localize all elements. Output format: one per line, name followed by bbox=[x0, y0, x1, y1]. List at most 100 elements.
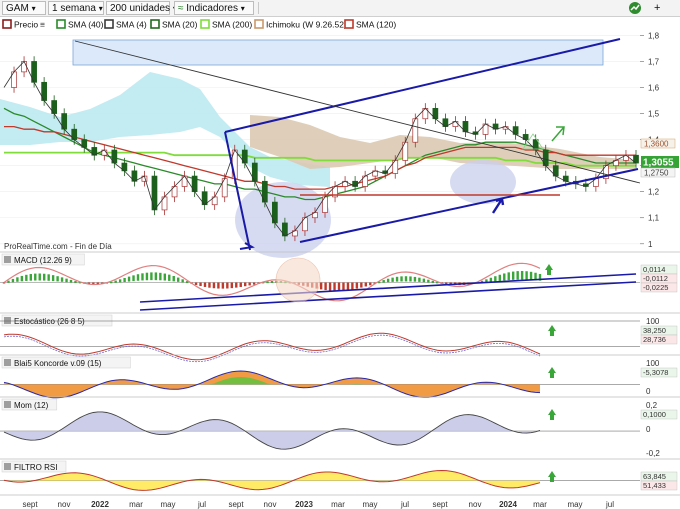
macd-bar bbox=[319, 282, 323, 290]
macd-bar bbox=[404, 276, 408, 282]
macd-bar bbox=[65, 278, 68, 283]
macd-bar bbox=[208, 282, 211, 288]
macd-bar bbox=[230, 282, 233, 289]
macd-bar bbox=[51, 275, 55, 282]
legend-item[interactable]: SMA (120) bbox=[344, 19, 396, 30]
legend-item[interactable]: SMA (4) bbox=[104, 19, 147, 30]
macd-bar bbox=[47, 274, 50, 281]
x-tick-label: jul bbox=[605, 500, 614, 509]
macd-bar bbox=[226, 282, 229, 289]
panel-y-tick: 0 bbox=[646, 425, 651, 434]
macd-bar bbox=[168, 274, 171, 281]
macd-bar bbox=[2, 282, 6, 284]
chevron-down-icon: ▾ bbox=[240, 4, 245, 13]
legend-item[interactable]: Precio bbox=[2, 19, 38, 30]
toolbar-divider bbox=[258, 2, 259, 14]
indicators-icon: ≈ bbox=[178, 3, 184, 14]
sub-panels: MACD (12.26 9) 0,0114-0,0112-0,0225 Estocá… bbox=[0, 251, 680, 491]
macd-bar bbox=[503, 273, 506, 281]
timeframe-dropdown[interactable]: 1 semana ▾ bbox=[48, 1, 104, 15]
panel-y-tick: 0,2 bbox=[646, 401, 658, 410]
macd-bar bbox=[252, 282, 256, 285]
macd-bar bbox=[324, 282, 327, 291]
main-legend: Precio ≡ SMA (40) SMA (4) SMA (20) SMA (200) I… bbox=[0, 17, 640, 31]
x-tick-label: mar bbox=[129, 500, 143, 509]
macd-bar bbox=[427, 279, 430, 283]
chart-window: GAM ▾ 1 semana ▾ 200 unidades ▾ ≈ Indica… bbox=[0, 0, 680, 509]
macd-bar bbox=[413, 276, 417, 282]
macd-bar bbox=[248, 282, 251, 286]
macd-bar bbox=[127, 276, 131, 282]
panel-stochastic: Estocástico (26 8 5) 10038,25028,736 bbox=[0, 312, 680, 363]
y-tick-label: 1,5 bbox=[648, 110, 660, 119]
x-tick-label: may bbox=[362, 500, 377, 509]
y-tick-label: 1,1 bbox=[648, 214, 660, 223]
macd-highlight-circle bbox=[275, 257, 321, 303]
macd-bar bbox=[431, 280, 434, 283]
macd-bar bbox=[114, 280, 117, 283]
macd-bar bbox=[29, 274, 32, 281]
value-label: -0,0112 bbox=[643, 274, 668, 283]
macd-bar bbox=[337, 282, 341, 291]
y-tick-label: 1,6 bbox=[648, 84, 660, 93]
price-label-1: 1,3600 bbox=[644, 140, 669, 149]
macd-bar bbox=[239, 282, 242, 287]
macd-bar bbox=[194, 282, 198, 285]
macd-bar bbox=[38, 273, 41, 281]
value-label: 38,250 bbox=[643, 326, 666, 335]
x-tick-label: 2024 bbox=[499, 500, 517, 509]
macd-bar bbox=[60, 277, 64, 282]
macd-bar bbox=[7, 280, 10, 283]
macd-bar bbox=[369, 282, 372, 286]
panel-icon bbox=[4, 317, 11, 324]
panel-title: MACD (12.26 9) bbox=[14, 256, 72, 265]
indicators-button[interactable]: ≈ Indicadores ▾ bbox=[174, 1, 254, 15]
x-tick-label: may bbox=[567, 500, 582, 509]
value-label: 0,0114 bbox=[643, 265, 665, 274]
x-tick-label: mar bbox=[331, 500, 345, 509]
x-tick-label: jul bbox=[400, 500, 409, 509]
legend-item[interactable]: SMA (20) bbox=[150, 19, 198, 30]
y-tick-label: 1,2 bbox=[648, 188, 660, 197]
units-dropdown[interactable]: 200 unidades ▾ bbox=[106, 1, 177, 15]
macd-bar bbox=[235, 282, 238, 288]
plus-icon: + bbox=[654, 2, 661, 14]
panel-y-tick: 100 bbox=[646, 359, 660, 368]
panel-icon bbox=[4, 256, 11, 263]
panel-macd: MACD (12.26 9) 0,0114-0,0112-0,0225 bbox=[0, 251, 680, 311]
panel-title: Estocástico (26 8 5) bbox=[14, 317, 85, 326]
macd-bar bbox=[34, 273, 37, 281]
symbol-dropdown[interactable]: GAM ▾ bbox=[2, 1, 46, 15]
panel-y-tick: 0 bbox=[646, 387, 651, 396]
panel-koncorde: Blai5 Koncorde v.09 (15) 100 0 -5,3078 bbox=[0, 354, 680, 399]
macd-bar bbox=[177, 277, 180, 282]
value-label: 0,1000 bbox=[643, 410, 666, 419]
add-panel-button[interactable]: + bbox=[654, 1, 660, 15]
chart-area: 1,81,71,61,51,41,31,21,11 1,3600 1,3055 … bbox=[0, 17, 680, 509]
macd-bar bbox=[512, 271, 515, 280]
macd-bar bbox=[159, 272, 162, 281]
legend-item[interactable]: Ichimoku (W 9.26.52) bbox=[254, 19, 347, 30]
panel-rsi: FILTRO RSI 63,84551,433 bbox=[0, 458, 680, 491]
macd-bar bbox=[355, 282, 359, 289]
panel-title: FILTRO RSI bbox=[14, 463, 57, 472]
green-arrow-up-icon bbox=[548, 325, 556, 336]
green-arrow-up-icon bbox=[545, 264, 553, 275]
legend-item[interactable]: SMA (200) bbox=[200, 19, 252, 30]
panel-momentum: Mom (12) 0,2 0 -0,2 0,1000 bbox=[0, 396, 680, 458]
x-tick-label: sept bbox=[228, 500, 244, 509]
macd-bar bbox=[382, 280, 385, 283]
price-label-2: 1,2750 bbox=[644, 169, 669, 178]
legend-label: SMA (20) bbox=[162, 20, 198, 30]
macd-bar bbox=[507, 272, 510, 281]
legend-item[interactable]: SMA (40) bbox=[56, 19, 104, 30]
chevron-down-icon: ▾ bbox=[31, 4, 36, 13]
x-tick-label: mar bbox=[533, 500, 547, 509]
x-tick-label: nov bbox=[264, 500, 277, 509]
menu-icon[interactable]: ≡ bbox=[40, 20, 45, 30]
macd-bar bbox=[386, 278, 390, 283]
legend-label: SMA (200) bbox=[212, 20, 252, 30]
y-tick-label: 1 bbox=[648, 240, 653, 249]
macd-bar bbox=[172, 275, 175, 282]
panel-title: Mom (12) bbox=[14, 401, 49, 410]
